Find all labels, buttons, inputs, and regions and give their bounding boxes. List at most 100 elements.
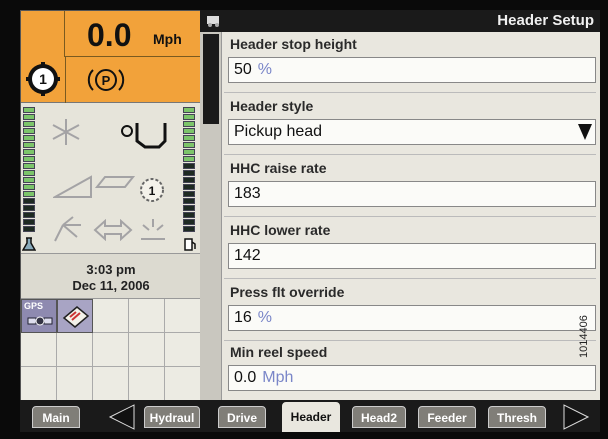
scrollbar[interactable] (200, 32, 222, 400)
divider (224, 340, 596, 341)
tab-main[interactable]: Main (32, 406, 80, 428)
gauge-segment (23, 142, 35, 148)
gauge-segment (23, 191, 35, 197)
ground-speed-unit: Mph (153, 31, 182, 47)
setting-unit: % (257, 309, 273, 326)
tab-bar: Main Hydraul Drive Header Head2 Feeder T… (20, 400, 600, 432)
gauge-segment (23, 114, 35, 120)
shortcut-cell[interactable] (165, 299, 201, 333)
shortcut-cell[interactable] (93, 333, 129, 367)
press-flt-override-field[interactable]: 16% (228, 305, 596, 331)
gauge-segment (183, 114, 195, 120)
gauge-segment (23, 163, 35, 169)
logbook-icon (62, 306, 90, 328)
setting-value: 0.0 (234, 369, 257, 386)
gps-button[interactable]: GPS (21, 299, 57, 333)
shortcut-cell[interactable] (129, 333, 165, 367)
left-level-gauge (23, 107, 35, 233)
shortcut-cell[interactable] (93, 299, 129, 333)
tab-thresh[interactable]: Thresh (488, 406, 546, 428)
right-level-gauge (183, 107, 195, 233)
gauge-segment (183, 149, 195, 155)
gauge-segment (183, 156, 195, 162)
spray-icon (54, 216, 81, 242)
title-bar: Header Setup (200, 10, 600, 32)
divider (224, 154, 596, 155)
speed-row-spacer (21, 11, 65, 57)
shortcut-cell[interactable] (57, 367, 93, 401)
ground-speed-value: 0.0 (87, 17, 132, 53)
gear-row: 1 P (21, 57, 201, 103)
arrow-left-icon[interactable] (108, 404, 136, 430)
yield-book-button[interactable] (57, 299, 93, 333)
tab-header[interactable]: Header (282, 402, 340, 432)
display-screen: 0.0 Mph 1 P 1 3:03 pm Dec 11, 2006 GPS H… (0, 0, 608, 439)
gauge-segment (23, 135, 35, 141)
figure-number: 1014406 (578, 315, 590, 358)
tab-drive[interactable]: Drive (218, 406, 266, 428)
header-position-icon (121, 123, 167, 149)
shortcut-cell[interactable] (129, 299, 165, 333)
shortcut-grid: GPS (21, 299, 201, 401)
setting-label: Press flt override (230, 284, 345, 300)
gauge-segment (183, 121, 195, 127)
min-reel-speed-field[interactable]: 0.0 Mph (228, 365, 596, 391)
setting-header-stop-height: Header stop height 50% (224, 34, 596, 95)
shortcut-cell[interactable] (21, 367, 57, 401)
tab-hydraul[interactable]: Hydraul (144, 406, 200, 428)
divider (224, 216, 596, 217)
status-panel: 0.0 Mph 1 P 1 3:03 pm Dec 11, 2006 GPS (20, 10, 201, 401)
dropdown-arrow-icon[interactable] (577, 122, 593, 142)
shortcut-cell[interactable] (165, 367, 201, 401)
setting-unit: % (257, 61, 273, 78)
gauge-segment (183, 170, 195, 176)
sprocket-range-icon: 1 (140, 178, 164, 202)
clock-area: 3:03 pm Dec 11, 2006 (21, 253, 201, 299)
clock-date: Dec 11, 2006 (72, 278, 150, 293)
scrollbar-thumb[interactable] (203, 34, 219, 124)
platform-icon (95, 176, 135, 188)
gauge-segment (23, 156, 35, 162)
setting-hhc-lower-rate: HHC lower rate 142 (224, 220, 596, 281)
arrow-right-icon[interactable] (562, 404, 590, 430)
gauge-segment (23, 219, 35, 225)
tab-feeder[interactable]: Feeder (418, 406, 476, 428)
setting-header-style: Header style Pickup head (224, 96, 596, 157)
page-title: Header Setup (497, 12, 594, 29)
shortcut-cell[interactable] (57, 333, 93, 367)
park-brake-icon: P (87, 69, 125, 91)
gauge-area: 1 (21, 103, 201, 253)
setting-label: HHC lower rate (230, 222, 331, 238)
header-style-dropdown[interactable]: Pickup head (228, 119, 596, 145)
settings-panel: Header stop height 50% Header style Pick… (200, 32, 600, 400)
hhc-raise-rate-field[interactable]: 183 (228, 181, 596, 207)
shortcut-cell[interactable] (165, 333, 201, 367)
gauge-segment (23, 205, 35, 211)
setting-label: HHC raise rate (230, 160, 327, 176)
gauge-segment (23, 212, 35, 218)
gear-number: 1 (39, 71, 47, 87)
gauge-segment (183, 163, 195, 169)
header-stop-height-field[interactable]: 50% (228, 57, 596, 83)
gauge-segment (23, 198, 35, 204)
tab-head2[interactable]: Head2 (352, 406, 406, 428)
gauge-segment (23, 149, 35, 155)
gauge-segment (183, 128, 195, 134)
gauge-segment (23, 170, 35, 176)
gauge-segment (183, 184, 195, 190)
combine-icon (207, 16, 219, 27)
gear-indicator-icon: 1 (26, 62, 60, 96)
gauge-segment (183, 226, 195, 232)
gauge-segment (23, 107, 35, 113)
shortcut-cell[interactable] (93, 367, 129, 401)
gauge-segment (23, 226, 35, 232)
gauge-segment (183, 135, 195, 141)
hhc-lower-rate-field[interactable]: 142 (228, 243, 596, 269)
shortcut-cell[interactable] (129, 367, 165, 401)
shortcut-cell[interactable] (21, 333, 57, 367)
setting-min-reel-speed: Min reel speed 0.0 Mph (228, 342, 596, 403)
setting-press-flt-override: Press flt override 16% (224, 282, 596, 343)
gps-label: GPS (24, 301, 44, 311)
speed-row: 0.0 Mph (21, 11, 201, 57)
divider (224, 92, 596, 93)
